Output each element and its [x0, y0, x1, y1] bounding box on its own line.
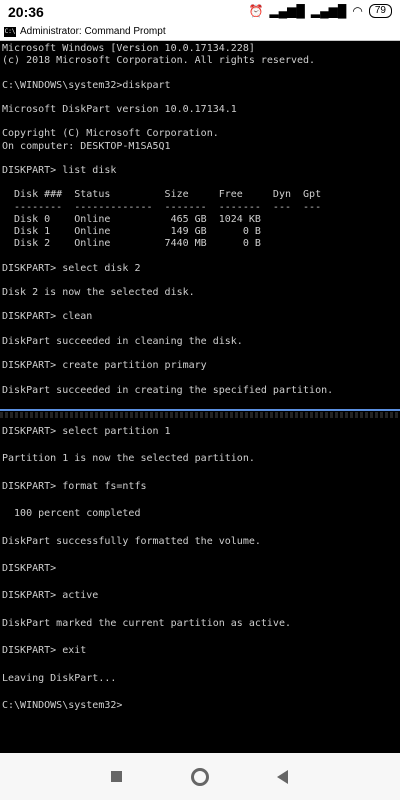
- split-divider: [0, 409, 400, 411]
- window-title: Administrator: Command Prompt: [20, 26, 166, 37]
- console-line: DISKPART> active: [2, 590, 99, 602]
- console-line: Microsoft Windows [Version 10.0.17134.22…: [2, 43, 255, 54]
- console-line: DISKPART> format fs=ntfs: [2, 480, 147, 492]
- status-time: 20:36: [8, 4, 44, 20]
- console-line: Disk 0 Online 465 GB 1024 KB: [2, 213, 261, 225]
- console-line: DISKPART> create partition primary: [2, 360, 207, 372]
- battery-icon: 79: [368, 4, 392, 18]
- recent-apps-button[interactable]: [86, 753, 146, 800]
- wifi-icon: ◠: [352, 4, 363, 18]
- signal-icon: ▂▄▆█: [310, 4, 347, 18]
- console-line: Disk 2 is now the selected disk.: [2, 287, 195, 299]
- console-line: DISKPART> clean: [2, 311, 93, 323]
- console-line: DISKPART>: [2, 563, 57, 575]
- console-line: Disk 2 Online 7440 MB 0 B: [2, 238, 261, 250]
- alarm-icon: ⏰: [248, 4, 264, 18]
- console-line: DISKPART> select partition 1: [2, 426, 171, 437]
- square-icon: [110, 771, 122, 782]
- console-line: 100 percent completed: [2, 508, 141, 520]
- clipped-text-artifact: [0, 412, 400, 418]
- console-line: DiskPart marked the current partition as…: [2, 617, 291, 629]
- console-line: DISKPART> select disk 2: [2, 262, 141, 274]
- console-line: On computer: DESKTOP-M1SA5Q1: [2, 140, 171, 152]
- back-button[interactable]: [252, 753, 312, 800]
- console-line: DiskPart succeeded in cleaning the disk.: [2, 335, 243, 347]
- console-pane-bottom: DISKPART> select partition 1 Partition 1…: [2, 425, 291, 713]
- console-line: Disk 1 Online 149 GB 0 B: [2, 226, 261, 238]
- console-line: Microsoft DiskPart version 10.0.17134.1: [2, 104, 237, 116]
- console-line: DiskPart successfully formatted the volu…: [2, 535, 261, 547]
- console-line: Partition 1 is now the selected partitio…: [2, 453, 255, 465]
- console-line: Disk ### Status Size Free Dyn Gpt: [2, 189, 322, 201]
- console-line: DISKPART> exit: [2, 645, 87, 657]
- console-line: C:\WINDOWS\system32>: [2, 700, 123, 712]
- console-line: DISKPART> list disk: [2, 165, 117, 177]
- console-line: Copyright (C) Microsoft Corporation.: [2, 128, 219, 140]
- back-triangle-icon: [276, 769, 288, 784]
- status-icons: ⏰ ▂▄▆█ ▂▄▆█ ◠ 79: [248, 4, 392, 18]
- console-line: -------- ------------- ------- ------- -…: [2, 201, 322, 213]
- console-pane-top: Microsoft Windows [Version 10.0.17134.22…: [2, 43, 333, 397]
- circle-icon: [191, 767, 209, 786]
- console-line: DiskPart succeeded in creating the speci…: [2, 384, 334, 396]
- home-button[interactable]: [170, 753, 230, 800]
- window-title-bar[interactable]: C:\ Administrator: Command Prompt: [0, 24, 400, 41]
- status-bar: 20:36 ⏰ ▂▄▆█ ▂▄▆█ ◠ 79: [0, 0, 400, 24]
- command-prompt-icon: C:\: [4, 27, 16, 37]
- console-output[interactable]: Microsoft Windows [Version 10.0.17134.22…: [0, 41, 400, 753]
- console-line: C:\WINDOWS\system32>diskpart: [2, 79, 171, 91]
- console-line: Leaving DiskPart...: [2, 672, 117, 684]
- signal-icon: ▂▄▆█: [269, 4, 305, 18]
- navigation-bar: [0, 753, 400, 800]
- console-line: (c) 2018 Microsoft Corporation. All righ…: [2, 55, 316, 67]
